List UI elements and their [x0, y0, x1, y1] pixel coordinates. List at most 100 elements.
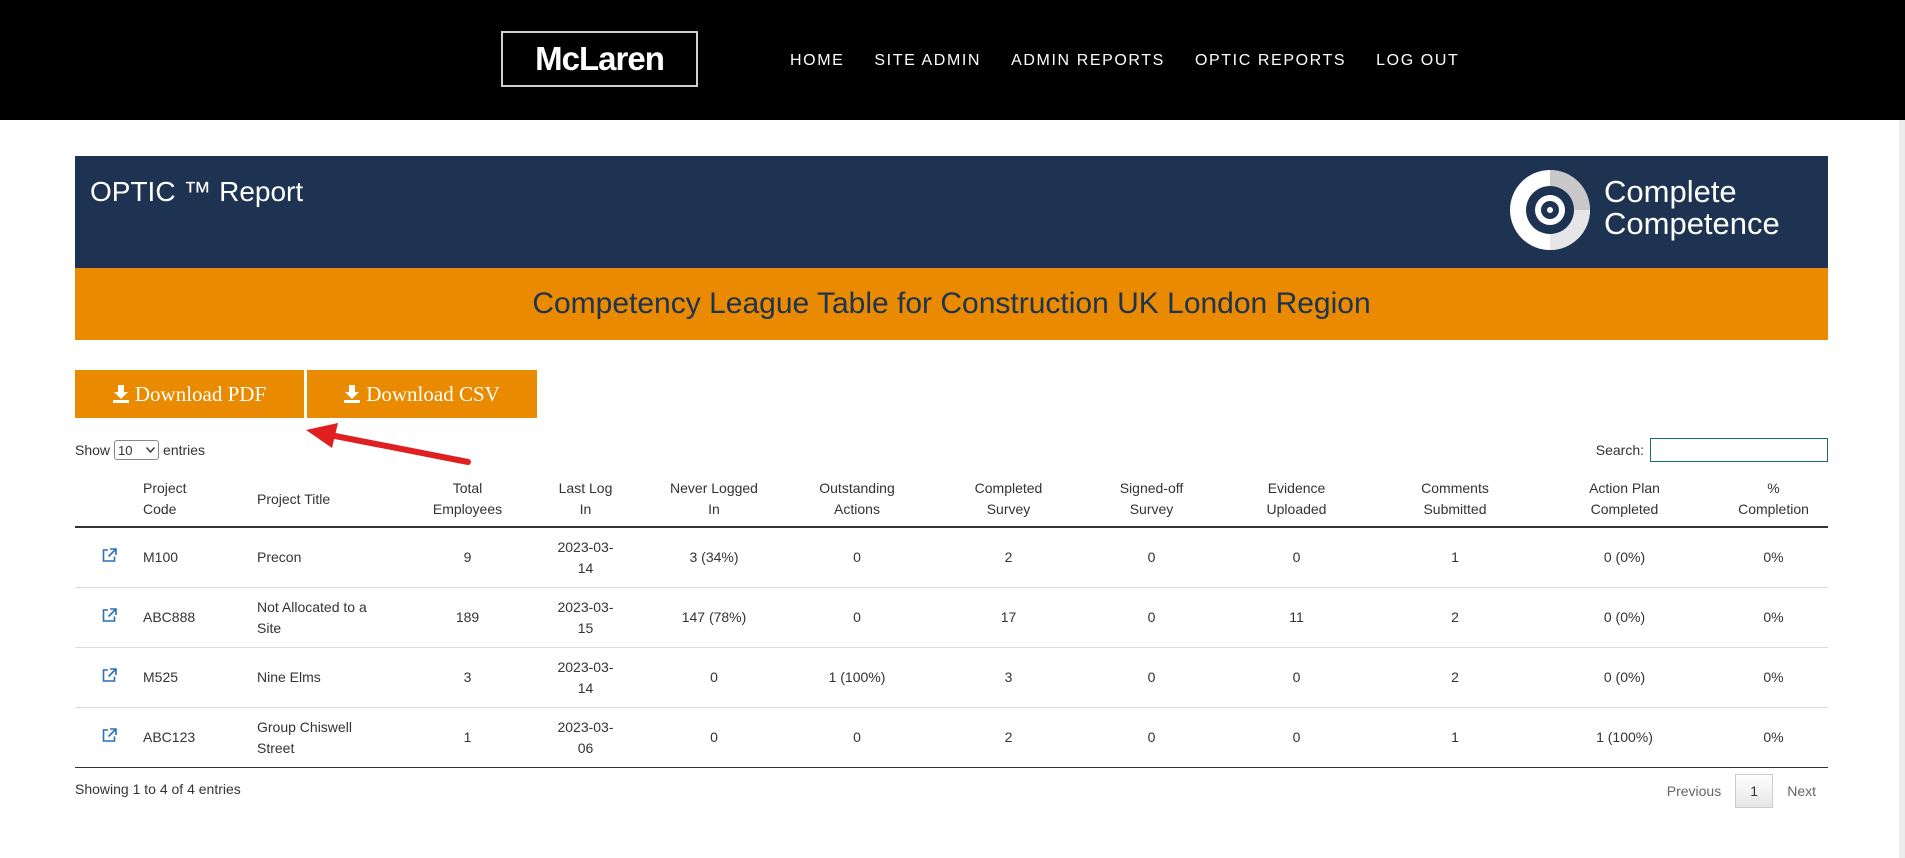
search-input[interactable] [1650, 438, 1828, 462]
cell-comments-submitted: 2 [1380, 587, 1530, 648]
nav-log-out[interactable]: LOG OUT [1376, 52, 1459, 70]
table-row: ABC123 Group Chiswell Street 1 2023-03- 06… [75, 707, 1828, 768]
row-link[interactable] [75, 527, 143, 588]
download-icon [344, 385, 361, 403]
cell-total-employees: 3 [405, 647, 530, 708]
cell-outstanding-actions: 0 [787, 707, 927, 768]
annotation-arrow-icon [306, 423, 471, 465]
col-label: Never Logged [670, 480, 758, 496]
col-completed-survey[interactable]: Completed Survey [927, 472, 1090, 528]
col-label: Project Title [257, 490, 331, 507]
cell-last-log-in: 2023-03- 14 [530, 527, 641, 588]
cell-completed-survey: 17 [927, 587, 1090, 648]
col-never-logged-in[interactable]: Never Logged In [641, 472, 787, 528]
download-pdf-label: Download PDF [134, 381, 267, 406]
col-label: Completed [1590, 501, 1659, 517]
col-label: Completion [1738, 501, 1809, 517]
row-link[interactable] [75, 707, 143, 768]
col-label: Last Log [558, 480, 613, 496]
cell-total-employees: 9 [405, 527, 530, 588]
cell-percent-completion: 0% [1719, 527, 1828, 588]
table-row: M100 Precon 9 2023-03- 14 3 (34%) 0 2 0 0… [75, 527, 1828, 588]
col-label: Total [452, 480, 483, 496]
table-info: Showing 1 to 4 of 4 entries [75, 781, 241, 797]
col-comments-submitted[interactable]: Comments Submitted [1380, 472, 1530, 528]
col-outstanding-actions[interactable]: Outstanding Actions [787, 472, 927, 528]
col-signed-off-survey[interactable]: Signed-off Survey [1090, 472, 1213, 528]
cell-project-code: ABC123 [143, 707, 257, 768]
date-line: 14 [577, 679, 594, 696]
nav-optic-reports[interactable]: OPTIC REPORTS [1195, 52, 1346, 70]
cell-total-employees: 1 [405, 707, 530, 768]
col-total-employees[interactable]: Total Employees [405, 472, 530, 528]
col-last-log-in[interactable]: Last Log In [530, 472, 641, 528]
cell-project-code: ABC888 [143, 587, 257, 648]
nav-admin-reports[interactable]: ADMIN REPORTS [1011, 52, 1165, 70]
table-row: M525 Nine Elms 3 2023-03- 14 0 1 (100%) 3… [75, 647, 1828, 708]
cell-comments-submitted: 2 [1380, 647, 1530, 708]
cell-evidence-uploaded: 0 [1213, 647, 1380, 708]
download-icon [112, 385, 129, 403]
cell-project-title: Not Allocated to a Site [257, 587, 405, 648]
date-line: 2023-03- [557, 718, 614, 735]
page-scrollbar[interactable] [1899, 120, 1905, 858]
col-evidence-uploaded[interactable]: Evidence Uploaded [1213, 472, 1380, 528]
download-csv-button[interactable]: Download CSV [307, 370, 537, 418]
show-label: Show [75, 442, 111, 458]
entries-select[interactable]: 10 [114, 440, 160, 460]
entries-length-control: Show 10 entries [75, 440, 205, 460]
nav-home[interactable]: HOME [790, 52, 844, 70]
main-nav: HOME SITE ADMIN ADMIN REPORTS OPTIC REPO… [790, 52, 1489, 70]
league-table: Project Code Project Title Total Employees… [75, 472, 1828, 768]
title-line: Nine Elms [257, 669, 321, 685]
row-link[interactable] [75, 647, 143, 708]
pagination: Previous 1 Next [1653, 774, 1830, 808]
col-label: Actions [834, 501, 880, 517]
col-label: Comments [1421, 480, 1489, 496]
cell-action-plan-completed: 0 (0%) [1530, 527, 1719, 588]
row-link[interactable] [75, 587, 143, 648]
cell-total-employees: 189 [405, 587, 530, 648]
page-title: OPTIC ™ Report [90, 176, 304, 207]
external-link-icon [102, 548, 117, 562]
cell-percent-completion: 0% [1719, 587, 1828, 648]
nav-site-admin[interactable]: SITE ADMIN [874, 52, 981, 70]
cell-completed-survey: 2 [927, 527, 1090, 588]
date-line: 06 [577, 739, 594, 756]
col-label: Employees [432, 501, 503, 517]
next-button[interactable]: Next [1773, 783, 1830, 799]
col-label: Signed-off [1119, 480, 1184, 496]
cell-completed-survey: 3 [927, 647, 1090, 708]
cell-percent-completion: 0% [1719, 707, 1828, 768]
cell-outstanding-actions: 0 [787, 527, 927, 588]
cell-project-title: Nine Elms [257, 647, 405, 708]
cell-comments-submitted: 1 [1380, 527, 1530, 588]
col-label: Survey [1129, 501, 1174, 517]
external-link-icon [102, 668, 117, 682]
table-header-row: Project Code Project Title Total Employees… [75, 472, 1828, 528]
col-percent-completion[interactable]: % Completion [1719, 472, 1828, 528]
col-label: Outstanding [819, 480, 895, 496]
date-line: 2023-03- [557, 598, 614, 615]
date-line: 2023-03- [557, 658, 614, 675]
previous-button[interactable]: Previous [1653, 783, 1735, 799]
col-project-title[interactable]: Project Title [257, 472, 405, 528]
col-label: Uploaded [1266, 501, 1327, 517]
partner-line-1: Complete [1604, 174, 1737, 209]
cell-never-logged-in: 0 [641, 647, 787, 708]
top-navbar: McLaren HOME SITE ADMIN ADMIN REPORTS OP… [0, 0, 1905, 120]
page-1-button[interactable]: 1 [1735, 774, 1774, 808]
search-label: Search: [1595, 442, 1644, 458]
col-project-code[interactable]: Project Code [143, 472, 257, 528]
cell-outstanding-actions: 1 (100%) [787, 647, 927, 708]
cell-never-logged-in: 0 [641, 707, 787, 768]
mclaren-logo[interactable]: McLaren [501, 31, 698, 87]
cell-action-plan-completed: 0 (0%) [1530, 647, 1719, 708]
title-line: Precon [257, 549, 302, 565]
date-line: 2023-03- [557, 538, 614, 555]
cell-never-logged-in: 3 (34%) [641, 527, 787, 588]
download-pdf-button[interactable]: Download PDF [75, 370, 304, 418]
col-action-plan-completed[interactable]: Action Plan Completed [1530, 472, 1719, 528]
cell-signed-off-survey: 0 [1090, 587, 1213, 648]
banner-title: Competency League Table for Construction… [532, 287, 1371, 320]
